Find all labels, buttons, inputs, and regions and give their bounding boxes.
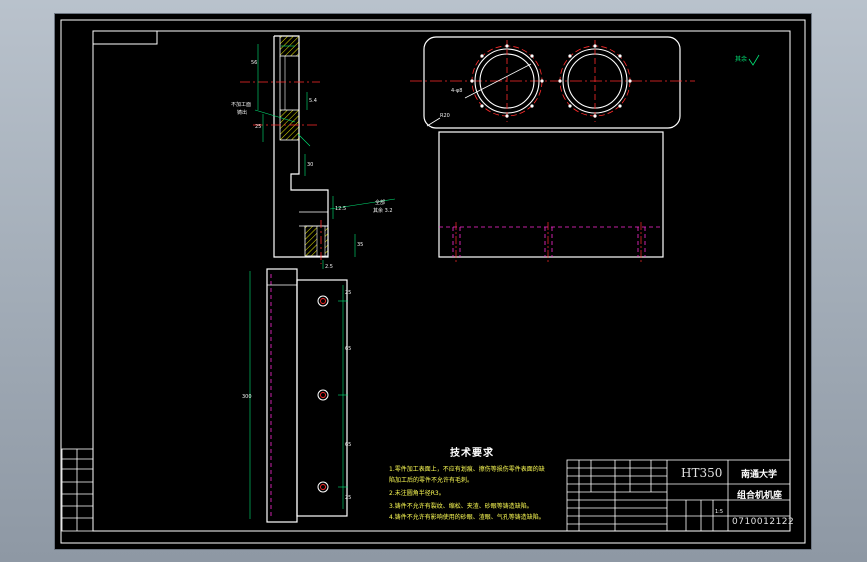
svg-text:25: 25 (345, 290, 351, 296)
tech-requirement-1: 1.零件加工表面上，不应有划痕、擦伤等损伤零件表面的缺 (389, 466, 545, 473)
svg-text:30: 30 (307, 162, 313, 168)
front-view: 4-φ8 R20 (410, 36, 695, 129)
svg-text:12.5: 12.5 (335, 206, 346, 212)
svg-text:4-φ8: 4-φ8 (451, 88, 462, 94)
surface-roughness-symbol (748, 54, 760, 66)
svg-text:25: 25 (345, 495, 351, 501)
drawing-code-box (92, 30, 158, 45)
left-signature-table (61, 448, 94, 532)
svg-text:300: 300 (242, 394, 252, 400)
scale-value: 1:5 (715, 509, 724, 515)
inner-border (92, 30, 791, 532)
surface-note: 其余 (735, 56, 748, 63)
svg-text:35: 35 (357, 242, 363, 248)
drawing-sheet: 56 25 5.4 30 12.5 35 2.5 不加工面 铸出 全部 其余 3… (55, 14, 811, 549)
svg-text:其余 3.2: 其余 3.2 (373, 207, 393, 214)
svg-text:全部: 全部 (375, 199, 385, 206)
tech-requirement-3: 3.铸件不允许有裂纹、缩松、夹渣、砂眼等铸造缺陷。 (389, 503, 533, 510)
base-view (438, 131, 664, 262)
school-name: 南通大学 (741, 470, 778, 480)
svg-text:65: 65 (345, 346, 351, 352)
svg-text:5.4: 5.4 (309, 98, 317, 104)
drawing-number: 0710012122 (732, 517, 795, 527)
tech-requirement-2: 2.未注圆角半径R3。 (389, 490, 445, 497)
svg-text:25: 25 (255, 124, 261, 130)
tech-requirements-title: 技术要求 (450, 448, 494, 459)
side-view: 300 25 65 65 25 (242, 268, 351, 523)
svg-text:65: 65 (345, 442, 351, 448)
svg-text:铸出: 铸出 (237, 109, 247, 116)
svg-text:56: 56 (251, 60, 257, 66)
svg-text:R20: R20 (440, 113, 450, 119)
svg-text:2.5: 2.5 (325, 264, 333, 270)
tech-requirement-4: 4.铸件不允许有影响使用的砂眼、渣眼、气孔等铸造缺陷。 (389, 514, 545, 521)
tech-requirement-1b: 陷加工后的零件不允许有毛刺。 (389, 477, 474, 484)
part-name: 组合机机座 (737, 491, 783, 501)
svg-text:不加工面: 不加工面 (231, 101, 251, 108)
section-view: 56 25 5.4 30 12.5 35 2.5 不加工面 铸出 全部 其余 3… (231, 35, 396, 270)
material-label: HT350 (681, 466, 723, 480)
